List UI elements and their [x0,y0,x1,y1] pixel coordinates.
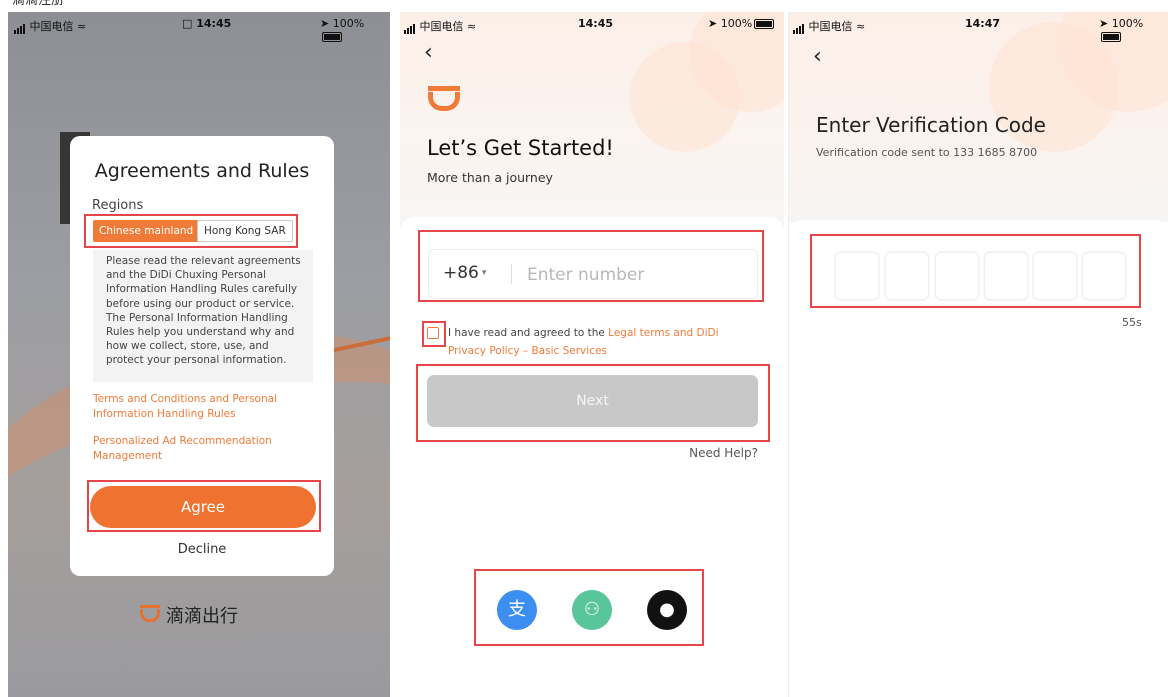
terms-text: I have read and agreed to the Legal term… [448,324,748,360]
agreement-text: Please read the relevant agreements and … [93,250,313,382]
agreements-screen: 中国电信 ≈ □ 14:45 ➤ 100% Agreements and Rul… [8,12,390,697]
agreements-dialog: Agreements and Rules Regions Chinese mai… [70,136,334,576]
status-time-text: 14:45 [196,17,232,30]
location-icon: ➤ [1099,17,1109,30]
carrier-name: 中国电信 [808,20,853,33]
battery-icon [754,19,775,29]
status-time: 14:45 [578,17,614,30]
brand-name: 滴滴出行 [166,606,238,627]
chevron-left-icon[interactable]: ‹ [813,44,822,69]
need-help-link[interactable]: Need Help? [689,446,758,460]
signal-indicator: 中国电信 ≈ [404,18,476,34]
battery-percent: 100% [332,17,365,30]
signal-bars-icon [14,21,26,34]
page-title: Let’s Get Started! [427,136,614,160]
login-screen: 中国电信 ≈ 14:45 ➤ 100% ‹ Let’s Get Started!… [400,12,784,697]
highlight-box-checkbox [422,321,446,347]
verification-screen: 中国电信 ≈ 14:47 ➤ 100% ‹ Enter Verification… [788,12,1168,697]
carrier-name: 中国电信 [29,20,74,33]
battery-icon [322,32,342,42]
resend-countdown: 55s [1122,316,1142,329]
dialog-title: Agreements and Rules [94,160,310,182]
terms-link[interactable]: Terms and Conditions and Personal Inform… [93,392,293,421]
status-time: □ 14:45 [182,17,231,30]
battery-indicator: ➤ 100% [320,17,384,43]
page-caption: 滴滴注册 [12,0,65,8]
location-icon: ➤ [320,17,330,30]
battery-percent: 100% [1111,17,1144,30]
didi-logo-icon [140,604,160,622]
regions-label: Regions [92,198,144,213]
highlight-box-regions [84,214,298,248]
highlight-box-phone [418,230,764,302]
highlight-box-social [474,569,704,646]
page-subtitle: More than a journey [427,170,553,185]
status-bar: 中国电信 ≈ 14:47 ➤ 100% [793,12,1165,42]
brand-logo: 滴滴出行 [140,602,238,628]
battery-percent: 100% [720,17,753,30]
signal-indicator: 中国电信 ≈ [14,18,86,34]
highlight-box-next [416,364,770,442]
status-bar: 中国电信 ≈ □ 14:45 ➤ 100% [14,12,384,42]
page-subtitle: Verification code sent to 133 1685 8700 [816,146,1038,159]
signal-bars-icon [793,21,805,34]
signal-bars-icon [404,21,416,34]
terms-prefix: I have read and agreed to the [448,327,609,339]
location-icon: ➤ [708,17,718,30]
page-title: Enter Verification Code [816,113,1046,137]
lock-icon: □ [182,17,193,30]
battery-indicator: ➤ 100% [1099,17,1165,43]
wifi-icon: ≈ [856,20,866,33]
carrier-name: 中国电信 [419,20,464,33]
status-bar: 中国电信 ≈ 14:45 ➤ 100% [404,12,780,36]
wifi-icon: ≈ [77,20,87,33]
battery-indicator: ➤ 100% [708,17,775,30]
wifi-icon: ≈ [467,20,477,33]
signal-indicator: 中国电信 ≈ [793,18,865,34]
battery-icon [1101,32,1121,42]
decline-button[interactable]: Decline [70,542,334,557]
highlight-box-code [810,234,1141,308]
highlight-box-agree [87,480,321,532]
status-time: 14:47 [965,17,1001,30]
ad-management-link[interactable]: Personalized Ad Recommendation Managemen… [93,434,293,463]
chevron-left-icon[interactable]: ‹ [424,40,433,65]
